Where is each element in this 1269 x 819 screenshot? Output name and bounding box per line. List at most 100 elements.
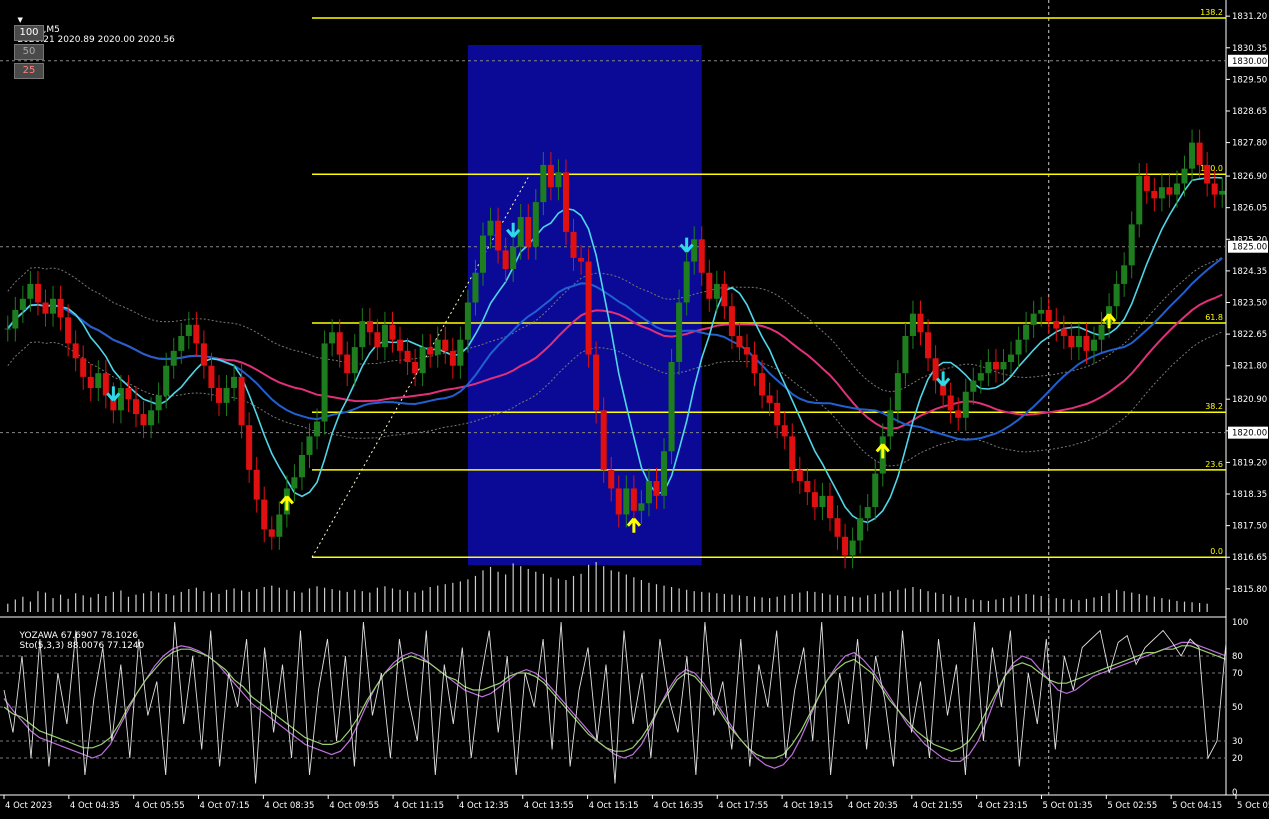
candle-body (555, 172, 562, 188)
candle-body (1075, 335, 1082, 348)
candle-body (857, 518, 864, 541)
candle-body (80, 358, 87, 377)
candle-body (1045, 309, 1052, 322)
x-tick-label: 4 Oct 20:35 (848, 801, 898, 811)
candle-body (397, 339, 404, 351)
candle-body (728, 306, 735, 336)
y-tick-label: 1830.35 (1232, 44, 1267, 54)
candle-body (215, 388, 222, 403)
y-tick-label: 1823.50 (1232, 299, 1267, 309)
candle-body (1053, 321, 1060, 329)
x-tick-label: 4 Oct 21:55 (913, 801, 963, 811)
candle-body (578, 257, 585, 262)
candle-body (140, 414, 147, 426)
zoom-100-button[interactable]: 100 (14, 25, 44, 41)
candle-body (163, 365, 170, 396)
candle-body (42, 302, 49, 314)
fib-label: 61.8 (1205, 313, 1223, 322)
candle-body (208, 365, 215, 389)
candle-body (562, 172, 569, 232)
candle-body (314, 421, 321, 437)
candle-body (789, 436, 796, 470)
candle-body (155, 395, 162, 411)
candle-body (268, 529, 275, 537)
candle-body (434, 339, 441, 355)
candle-body (95, 373, 102, 389)
fib-label: 23.6 (1205, 460, 1223, 469)
x-tick-label: 4 Oct 04:35 (70, 801, 120, 811)
candle-body (736, 335, 743, 348)
candle-body (902, 335, 909, 374)
candle-body (1189, 142, 1196, 169)
candle-body (706, 272, 713, 299)
y-tick-label: 1826.90 (1232, 172, 1267, 182)
candle-body (223, 388, 230, 403)
candle-body (774, 402, 781, 426)
candle-body (1068, 335, 1075, 348)
candle-body (34, 283, 41, 303)
candle-body (472, 272, 479, 303)
candle-body (668, 362, 675, 452)
candle-body (1166, 187, 1173, 195)
price-label-text: 1820.00 (1232, 429, 1267, 439)
candle-body (487, 220, 494, 236)
price-label-text: 1825.00 (1232, 243, 1267, 253)
x-tick-label: 5 Oct 01:35 (1042, 801, 1092, 811)
candle-body (653, 481, 660, 496)
candle-body (193, 324, 200, 344)
candle-body (743, 347, 751, 355)
candle-body (464, 302, 471, 340)
y-tick-label: 1816.65 (1232, 553, 1267, 563)
candle-body (819, 495, 826, 508)
candle-body (992, 362, 999, 370)
sub-y-tick-label: 0 (1232, 788, 1237, 798)
x-tick-label: 4 Oct 08:35 (264, 801, 314, 811)
candle-body (344, 354, 351, 374)
candle-body (1121, 265, 1128, 284)
candle-body (50, 298, 57, 314)
candle-body (887, 410, 894, 437)
candle-body (955, 410, 962, 418)
y-tick-label: 1822.65 (1232, 330, 1267, 340)
candle-body (909, 313, 916, 336)
y-tick-label: 1829.50 (1232, 75, 1267, 85)
candle-body (759, 373, 766, 396)
candle-body (1090, 339, 1098, 351)
y-tick-label: 1828.65 (1232, 107, 1267, 117)
candle-body (630, 488, 637, 511)
candle-body (479, 235, 487, 273)
candle-body (985, 362, 992, 374)
candle-body (19, 298, 26, 310)
candle-body (645, 481, 652, 504)
arrow-down-icon (106, 386, 121, 402)
candle-body (178, 335, 185, 351)
chart-canvas: 138.2 100.0 61.8 38.2 23.6 0.0 1831.20 1830.35 1… (0, 0, 1269, 811)
candle-body (419, 347, 426, 374)
candle-body (1151, 190, 1158, 199)
candle-body (389, 324, 396, 340)
candle-body (1143, 176, 1150, 191)
candle-body (321, 343, 328, 422)
candle-body (547, 164, 554, 188)
candle-body (359, 321, 366, 348)
y-tick-label: 1826.05 (1232, 204, 1267, 214)
candle-body (751, 354, 758, 374)
candle-body (615, 488, 622, 515)
triangle-down-icon[interactable]: ▼ (17, 16, 22, 24)
candle-body (231, 376, 238, 389)
stochastic-label: Sto(5,3,3) 88.0076 77.1240 (19, 641, 145, 651)
candle-body (683, 261, 690, 303)
subwindow-header: YOZAWA 67.6907 78.1026 Sto(5,3,3) 88.007… (8, 621, 144, 661)
candle-body (525, 216, 532, 247)
candle-body (427, 347, 434, 355)
candle-body (676, 302, 683, 362)
arrow-up-icon (875, 443, 890, 459)
zoom-50-button[interactable]: 50 (14, 44, 44, 60)
candle-body (27, 283, 34, 299)
zoom-25-button[interactable]: 25 (14, 63, 44, 79)
arrow-up-icon (1101, 313, 1117, 329)
candle-body (1181, 168, 1188, 184)
candle-body (1128, 224, 1135, 266)
candle-body (449, 350, 456, 366)
candle-body (291, 477, 298, 489)
